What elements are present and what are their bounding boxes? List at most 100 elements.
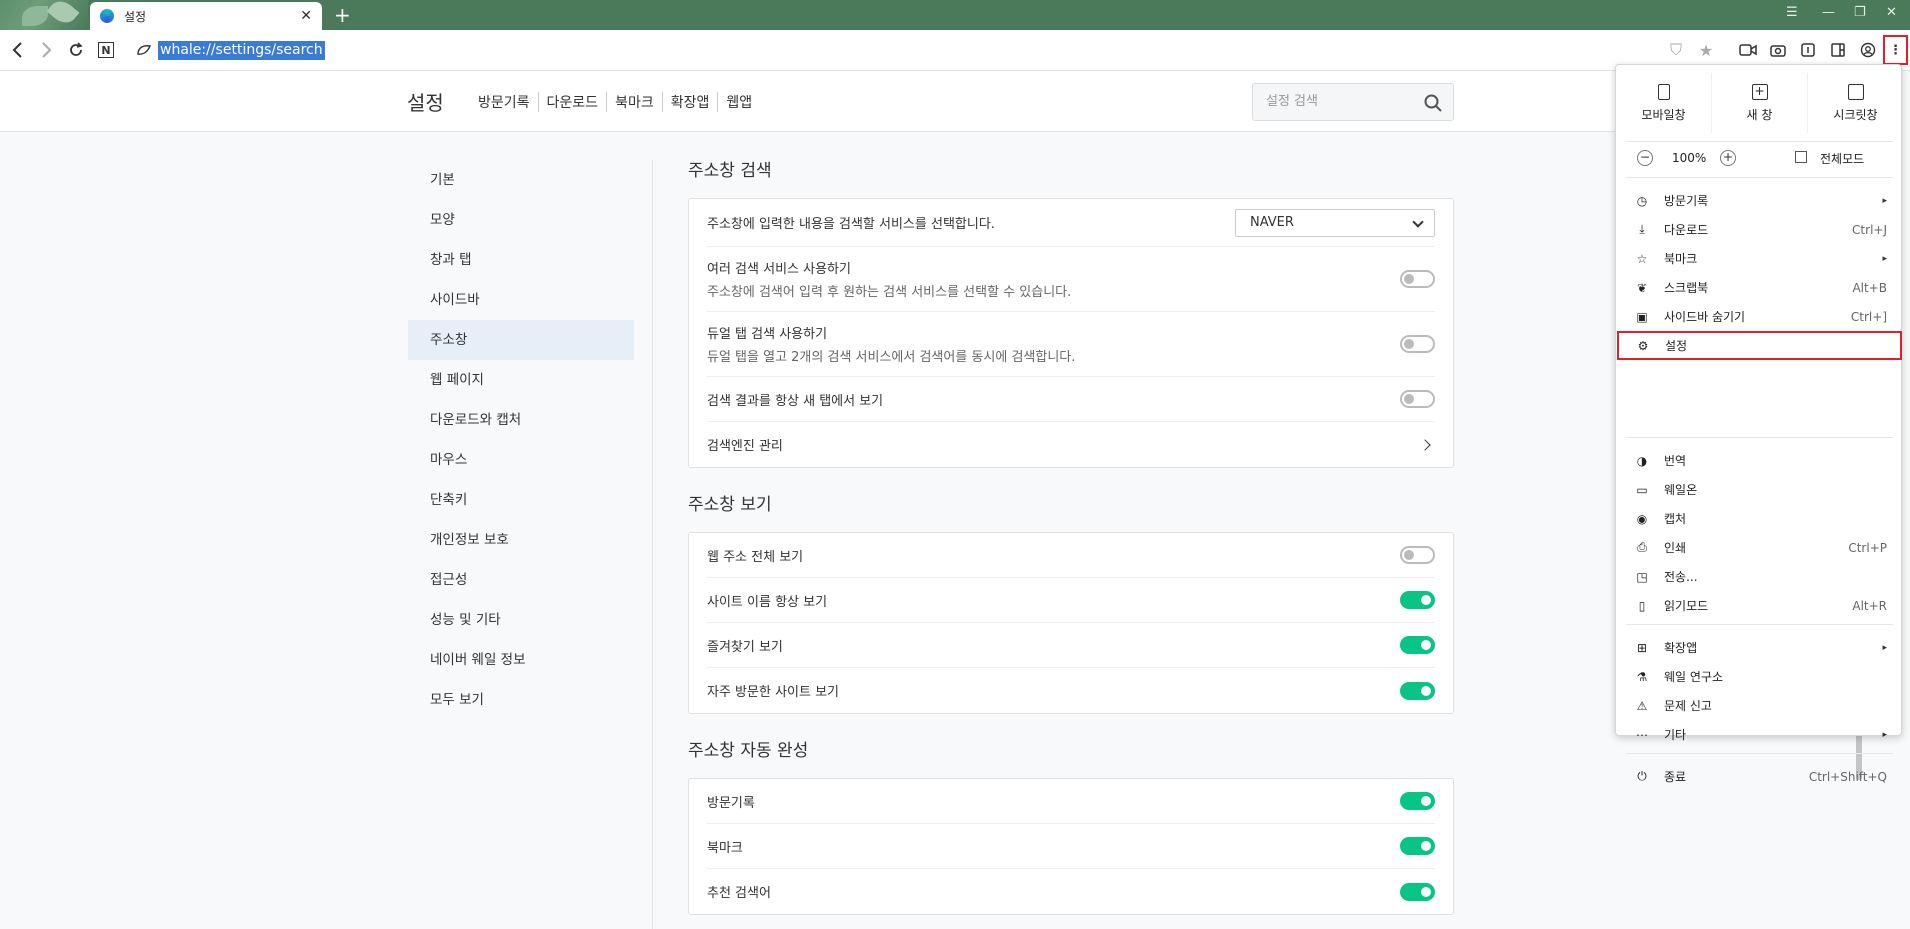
row-text: 방문기록 xyxy=(707,792,1400,811)
toggle-switch[interactable] xyxy=(1400,335,1435,353)
sidebar-item[interactable]: 사이드바 xyxy=(408,280,634,320)
reload-icon[interactable] xyxy=(66,40,86,60)
menu-item[interactable]: ◑ 번역 xyxy=(1616,446,1903,475)
row-label: 방문기록 xyxy=(707,795,755,811)
menu-item[interactable]: ▣ 사이드바 숨기기 Ctrl+] xyxy=(1616,302,1903,331)
bookmark-star-icon[interactable]: ★ xyxy=(1696,40,1716,60)
settings-row[interactable]: 검색엔진 관리 xyxy=(707,422,1435,467)
shield-icon[interactable]: ⛉ xyxy=(1666,40,1686,60)
settings-search-input[interactable]: 설정 검색 xyxy=(1252,83,1454,121)
menu-item[interactable]: ⚠ 문제 신고 xyxy=(1616,691,1903,720)
menu-item-label: 읽기모드 xyxy=(1664,599,1709,613)
tab-list-icon[interactable]: ☰ xyxy=(1786,0,1798,24)
menu-item[interactable]: ⚙ 설정 xyxy=(1617,331,1902,360)
settings-row: 웹 주소 전체 보기 xyxy=(707,533,1435,578)
toggle-switch[interactable] xyxy=(1400,882,1435,901)
menu-item[interactable]: ⎙ 인쇄 Ctrl+P xyxy=(1616,533,1903,562)
menu-item[interactable]: ❦ 스크랩북 Alt+B xyxy=(1616,273,1903,302)
scrapbook-icon: ❦ xyxy=(1636,280,1648,295)
restore-button[interactable]: ❐ xyxy=(1854,0,1866,24)
fullscreen-button[interactable]: 전체모드 xyxy=(1820,150,1864,167)
row-label: 듀얼 탭 검색 사용하기 xyxy=(707,327,828,342)
capture-camera-icon[interactable] xyxy=(1768,40,1788,60)
menu-item[interactable]: ⏻ 종료 Ctrl+Shift+Q xyxy=(1616,762,1903,791)
shortcut-hint: Alt+R xyxy=(1852,598,1887,613)
settings-content: 주소창 검색 주소창에 입력한 내용을 검색할 서비스를 선택합니다. NAVER 여… xyxy=(688,160,1454,929)
shortcut-hint: Ctrl+] xyxy=(1850,309,1887,324)
settings-row: 여러 검색 서비스 사용하기 주소창에 검색어 입력 후 원하는 검색 서비스를 … xyxy=(707,247,1435,312)
sidebar-item[interactable]: 마우스 xyxy=(408,440,634,480)
gear-icon: ⚙ xyxy=(1637,338,1649,353)
toggle-switch[interactable] xyxy=(1400,546,1435,564)
minimize-button[interactable]: — xyxy=(1822,0,1835,24)
sidebar-item[interactable]: 모두 보기 xyxy=(408,680,634,720)
profile-icon[interactable] xyxy=(1858,40,1878,60)
link-history[interactable]: 방문기록 xyxy=(470,92,538,112)
toggle-switch[interactable] xyxy=(1400,792,1435,810)
sidebar-item[interactable]: 단축키 xyxy=(408,480,634,520)
sidebar-item[interactable]: 다운로드와 캡처 xyxy=(408,400,634,440)
forward-icon[interactable] xyxy=(36,40,56,60)
new-tab-button[interactable]: + xyxy=(334,4,351,26)
sidebar-item[interactable]: 주소창 xyxy=(408,320,634,360)
toggle-switch[interactable] xyxy=(1400,390,1435,408)
sidebar-item[interactable]: 성능 및 기타 xyxy=(408,600,634,640)
search-icon[interactable] xyxy=(1423,92,1443,112)
sidebar-item[interactable]: 개인정보 보호 xyxy=(408,520,634,560)
settings-header: 설정 방문기록 다운로드 북마크 확장앱 웹앱 설정 검색 xyxy=(0,71,1880,132)
main-menu-button[interactable]: ⋮ xyxy=(1883,35,1908,65)
close-window-button[interactable]: ✕ xyxy=(1886,0,1897,24)
menu-item[interactable]: ⚗ 웨일 연구소 xyxy=(1616,662,1903,691)
row-label: 추천 검색어 xyxy=(707,886,771,901)
shortcut-hint: Ctrl+Shift+Q xyxy=(1808,769,1887,784)
toggle-switch[interactable] xyxy=(1400,681,1435,700)
settings-card: 주소창에 입력한 내용을 검색할 서비스를 선택합니다. NAVER 여러 검색 서… xyxy=(688,198,1454,468)
sidebar-item[interactable]: 웹 페이지 xyxy=(408,360,634,400)
reader-icon[interactable] xyxy=(1798,40,1818,60)
toggle-switch[interactable] xyxy=(1400,636,1435,654)
link-extensions[interactable]: 확장앱 xyxy=(661,92,718,112)
sidebar-item[interactable]: 창과 탭 xyxy=(408,240,634,280)
toggle-switch[interactable] xyxy=(1400,591,1435,609)
menu-item[interactable]: ⊞ 확장앱 ▸ xyxy=(1616,633,1903,662)
link-downloads[interactable]: 다운로드 xyxy=(537,92,607,112)
row-label: 북마크 xyxy=(707,840,743,856)
menu-item-label: 스크랩북 xyxy=(1664,281,1709,295)
menu-item[interactable]: ▭ 웨일온 xyxy=(1616,475,1903,504)
zoom-level: 100% xyxy=(1672,151,1707,165)
sidebar-item[interactable]: 접근성 xyxy=(408,560,634,600)
tab-settings[interactable]: 설정 ✕ xyxy=(90,2,322,30)
back-icon[interactable] xyxy=(8,40,28,60)
toggle-switch[interactable] xyxy=(1400,270,1435,288)
toggle-switch[interactable] xyxy=(1400,837,1435,855)
secret-window-button[interactable]: 시크릿창 xyxy=(1807,73,1903,133)
new-window-button[interactable]: + 새 창 xyxy=(1711,73,1807,133)
menu-item[interactable]: ⤓ 다운로드 Ctrl+J xyxy=(1616,215,1903,244)
link-bookmarks[interactable]: 북마크 xyxy=(606,92,662,112)
power-icon: ⏻ xyxy=(1637,769,1647,783)
whaleon-video-icon[interactable] xyxy=(1738,40,1758,60)
menu-item-label: 캡처 xyxy=(1664,512,1687,526)
close-tab-icon[interactable]: ✕ xyxy=(300,8,312,24)
sidebar-toggle-icon[interactable] xyxy=(1828,40,1848,60)
zoom-out-button[interactable]: − xyxy=(1637,150,1653,166)
naver-home-icon[interactable]: N xyxy=(98,42,114,58)
link-webapps[interactable]: 웹앱 xyxy=(717,92,760,112)
row-label: 검색 결과를 항상 새 탭에서 보기 xyxy=(707,393,884,409)
zoom-in-button[interactable]: + xyxy=(1720,150,1736,166)
search-engine-select[interactable]: NAVER xyxy=(1235,208,1435,237)
menu-item[interactable]: ◉ 캡처 xyxy=(1616,504,1903,533)
sidebar-item[interactable]: 모양 xyxy=(408,200,634,240)
menu-item[interactable]: ▯ 읽기모드 Alt+R xyxy=(1616,591,1903,620)
menu-item[interactable]: ◳ 전송... xyxy=(1616,562,1903,591)
row-label: 즐겨찾기 보기 xyxy=(707,639,783,655)
mobile-window-button[interactable]: 모바일창 xyxy=(1616,73,1711,133)
url-field[interactable]: whale://settings/search xyxy=(158,41,325,60)
menu-item[interactable]: ☆ 북마크 ▸ xyxy=(1616,244,1903,273)
submenu-arrow-icon: ▸ xyxy=(1882,729,1887,740)
sidebar-item[interactable]: 네이버 웨일 정보 xyxy=(408,640,634,680)
menu-item[interactable]: ◷ 방문기록 ▸ xyxy=(1616,186,1903,215)
sidebar-item[interactable]: 기본 xyxy=(408,160,634,200)
menu-item[interactable]: ⋯ 기타 ▸ xyxy=(1616,720,1903,749)
translate-icon: ◑ xyxy=(1636,453,1648,468)
